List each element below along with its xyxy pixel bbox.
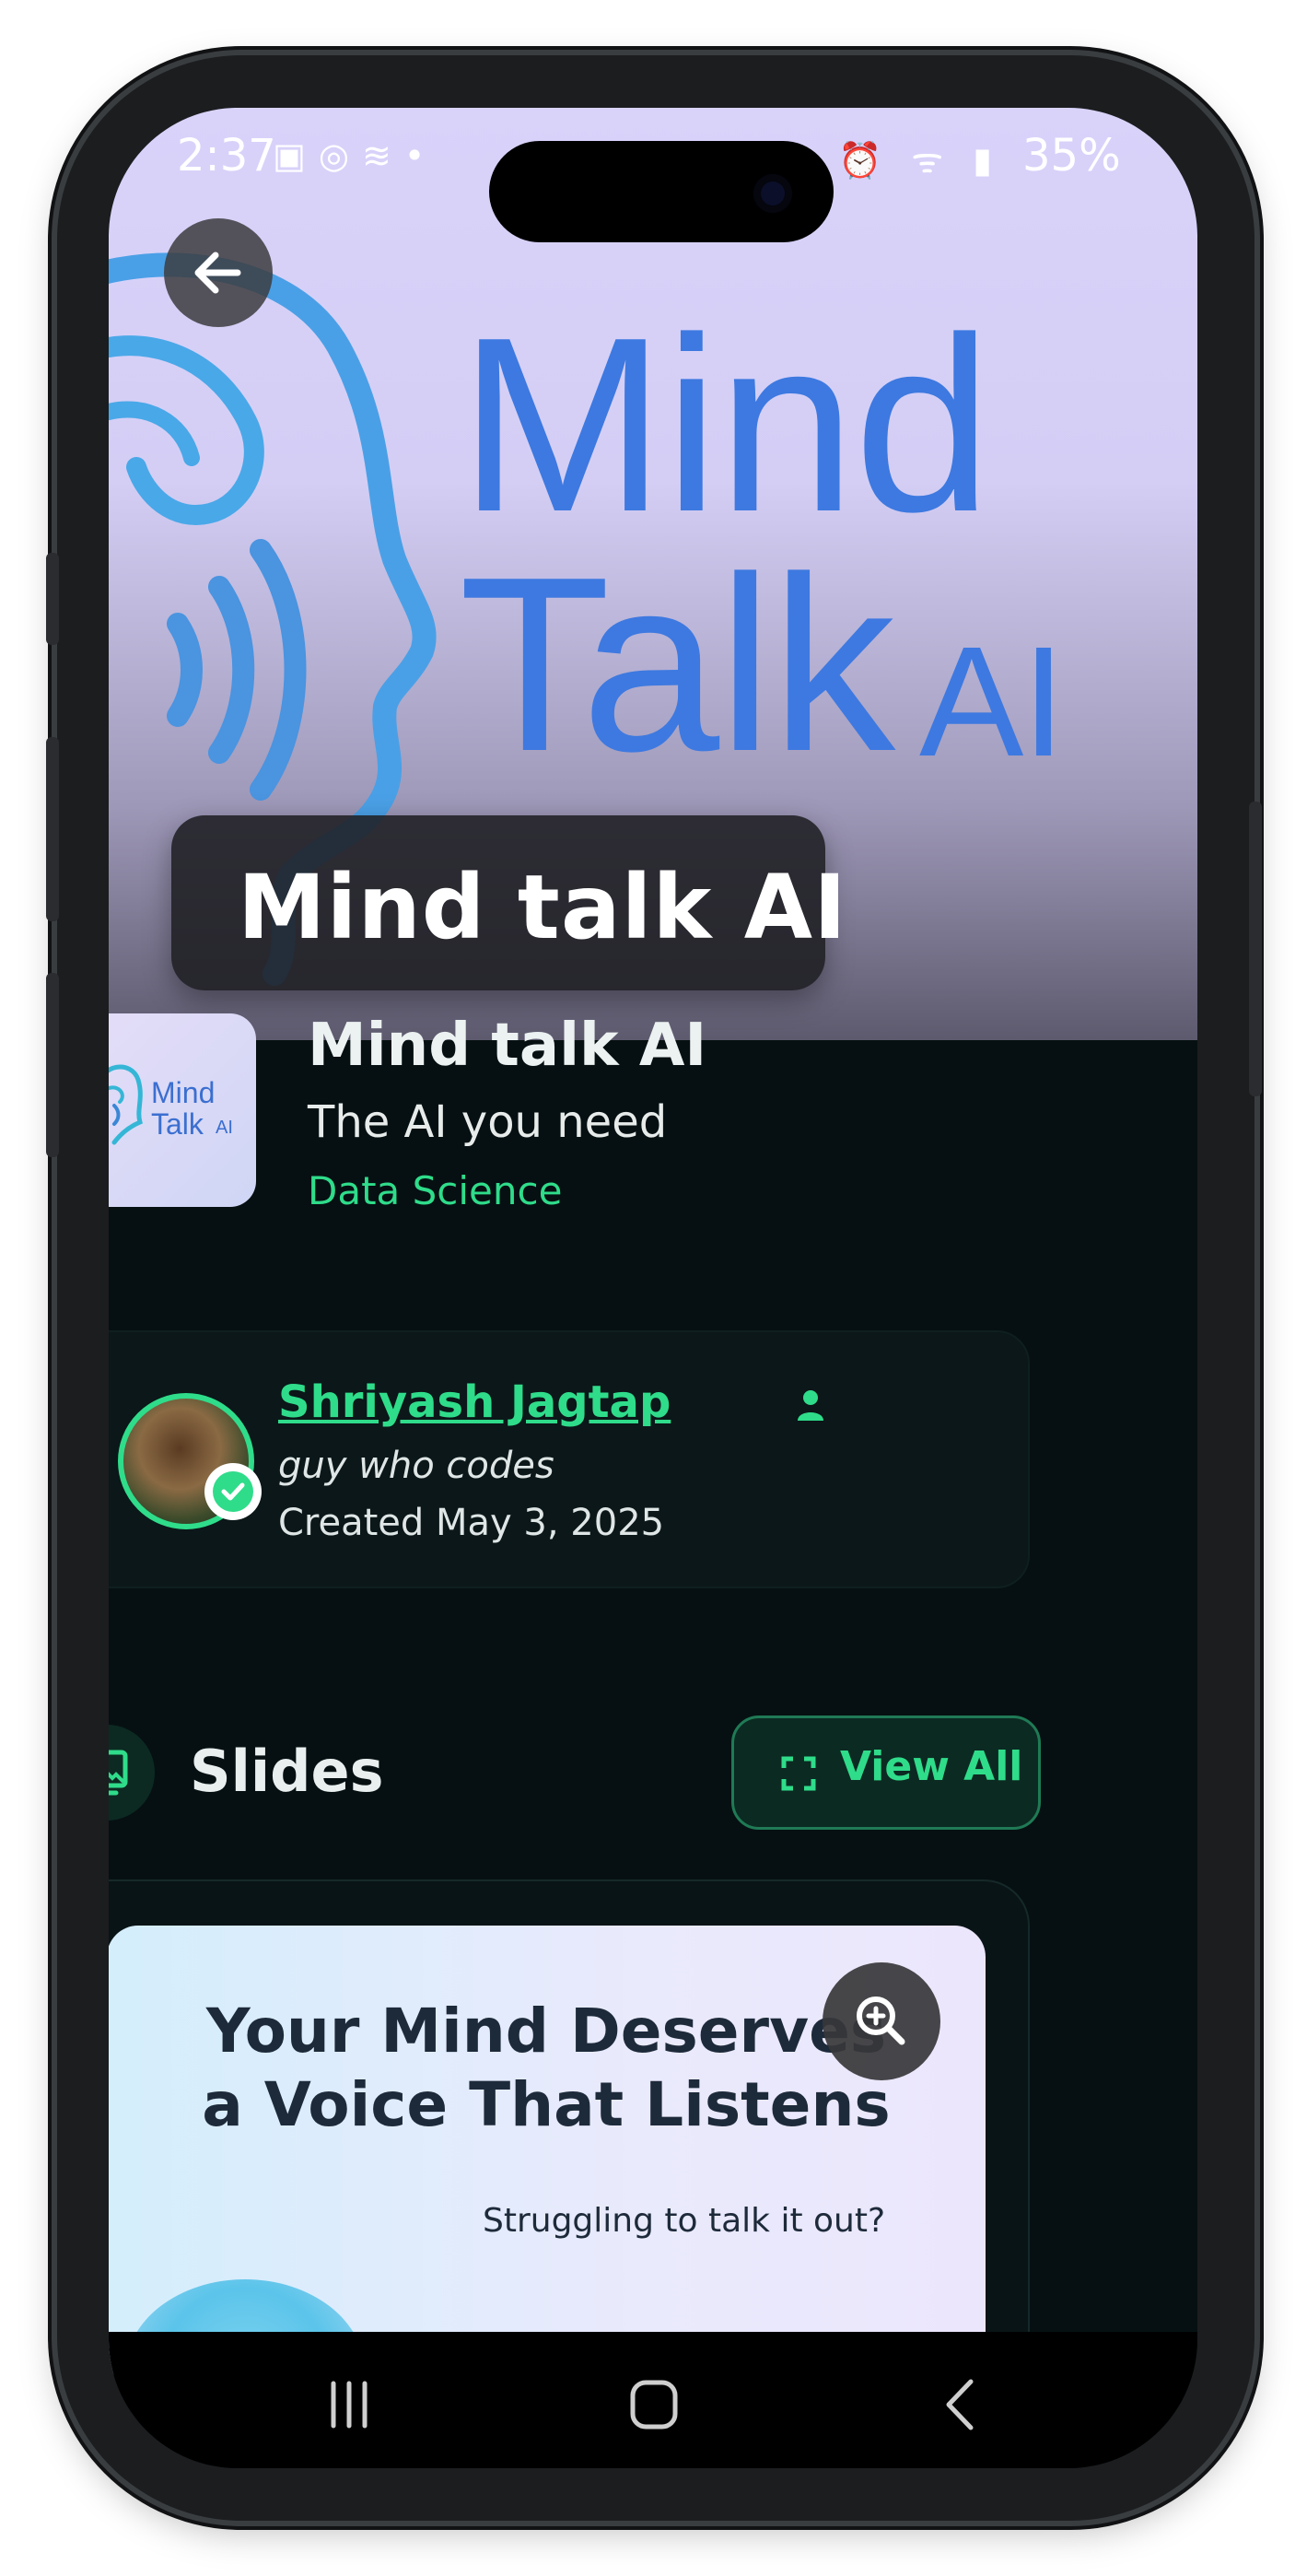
- volume-up-button: [46, 553, 59, 645]
- person-icon: [798, 1390, 823, 1421]
- app-screen: Mind Talk AI Mind talk AI 2:37 ▣◎≋• ⏰ ᯤ …: [109, 108, 1197, 2468]
- app-category[interactable]: Data Science: [308, 1168, 562, 1213]
- app-icon: Mind Talk AI: [109, 1013, 256, 1207]
- zoom-in-icon: [857, 1996, 905, 2045]
- power-button: [1249, 802, 1262, 1096]
- system-nav-bar: [109, 2332, 1197, 2468]
- app-name: Mind talk AI: [308, 1012, 707, 1080]
- home-icon[interactable]: [628, 2378, 680, 2431]
- slides-section-title: Slides: [190, 1738, 384, 1805]
- volume-down-button: [46, 737, 59, 921]
- recents-icon[interactable]: [326, 2380, 372, 2430]
- view-all-label[interactable]: View All: [840, 1743, 1022, 1790]
- image-gallery-icon: [109, 1750, 128, 1796]
- slides-section-icon: [109, 1725, 155, 1821]
- silent-switch: [46, 973, 59, 1157]
- chevron-left-icon[interactable]: [941, 2378, 978, 2431]
- app-tagline: The AI you need: [308, 1096, 668, 1148]
- expand-icon: [781, 1756, 816, 1791]
- author-name-link[interactable]: Shriyash Jagtap: [278, 1376, 671, 1428]
- check-circle-icon: [213, 1471, 253, 1512]
- zoom-button[interactable]: [823, 1962, 940, 2080]
- app-icon-ai: AI: [216, 1118, 233, 1138]
- app-icon-talk: Talk: [151, 1107, 204, 1141]
- slide-subtext: Struggling to talk it out?: [483, 2202, 886, 2240]
- created-date: Created May 3, 2025: [278, 1502, 665, 1544]
- app-icon-mind: Mind: [151, 1076, 216, 1109]
- verified-badge: [204, 1463, 262, 1520]
- author-bio: guy who codes: [278, 1445, 554, 1487]
